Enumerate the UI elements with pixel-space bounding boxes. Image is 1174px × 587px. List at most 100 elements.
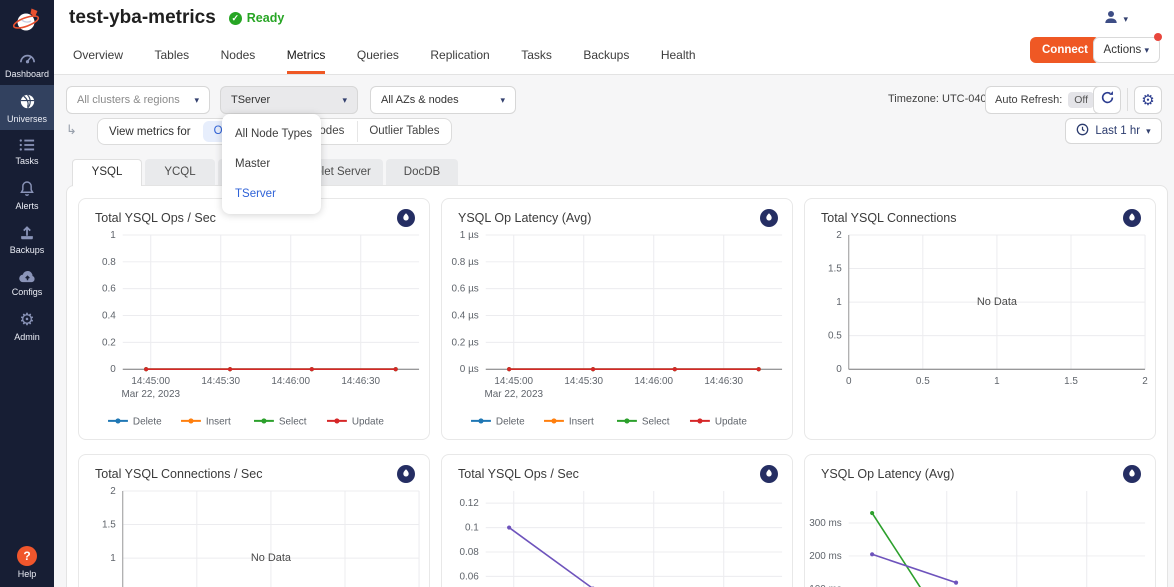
az-nodes-select[interactable]: All AZs & nodes▾ [370,86,516,114]
dropdown-option-master[interactable]: Master [222,149,321,179]
yugabyte-badge-icon[interactable] [1123,209,1141,227]
refresh-button[interactable] [1093,86,1121,114]
backups-upload-icon [0,224,54,242]
svg-text:Select: Select [642,416,670,427]
svg-text:0.2 µs: 0.2 µs [452,337,479,348]
svg-text:200 ms: 200 ms [809,551,842,562]
auto-refresh-value: Off [1068,92,1094,108]
tab-tasks[interactable]: Tasks [521,48,552,71]
timezone-label: Timezone: UTC-0400 [888,93,993,105]
sub-level-arrow-icon: ↳ [66,122,77,138]
metric-tab-docdb[interactable]: DocDB [386,159,458,185]
yugabyte-badge-icon[interactable] [397,209,415,227]
svg-text:2: 2 [836,230,842,241]
yugabyte-badge-icon[interactable] [760,209,778,227]
svg-text:0.5: 0.5 [916,376,930,387]
connect-button[interactable]: Connect [1030,37,1100,63]
actions-button[interactable]: Actions ▾ [1093,37,1160,63]
svg-text:1: 1 [994,376,1000,387]
yugabyte-badge-icon[interactable] [397,465,415,483]
tab-replication[interactable]: Replication [430,48,489,71]
user-menu[interactable]: ▾ [1103,9,1128,30]
tab-backups[interactable]: Backups [583,48,629,71]
chevron-down-icon: ▾ [342,95,347,106]
user-icon [1103,9,1119,30]
svg-text:Insert: Insert [206,416,231,427]
svg-text:Update: Update [352,416,385,427]
svg-text:1: 1 [110,230,116,241]
settings-gear-button[interactable]: ⚙ [1134,86,1162,114]
chevron-down-icon: ▾ [1144,45,1149,55]
chart-title: Total YSQL Ops / Sec [458,467,579,481]
svg-text:14:45:00: 14:45:00 [131,376,170,387]
svg-text:Mar 22, 2023: Mar 22, 2023 [121,389,180,400]
svg-text:0: 0 [110,364,116,375]
line-chart: 0.040.060.080.10.1214:45:00Mar 22, 20231… [442,485,792,587]
svg-text:1.5: 1.5 [828,264,842,275]
metric-tab-ycql[interactable]: YCQL [145,159,215,185]
sidebar-item-label: Admin [0,332,54,342]
sidebar-item-dashboard[interactable]: Dashboard [0,42,54,85]
line-chart: 100 ms200 ms300 ms14:45:00Mar 22, 202314… [805,485,1155,587]
chevron-down-icon: ▾ [1123,14,1128,25]
tab-metrics[interactable]: Metrics [287,48,326,74]
help-question-icon: ? [17,546,37,566]
svg-text:14:46:30: 14:46:30 [704,376,743,387]
svg-text:1: 1 [110,553,116,564]
svg-text:0.08: 0.08 [459,547,479,558]
chevron-down-icon: ▾ [500,95,505,106]
yugabyte-badge-icon[interactable] [1123,465,1141,483]
sidebar-item-tasks[interactable]: Tasks [0,130,54,172]
svg-text:14:45:30: 14:45:30 [201,376,240,387]
tab-health[interactable]: Health [661,48,696,71]
universe-nav-tabs: Overview Tables Nodes Metrics Queries Re… [73,46,723,74]
chevron-down-icon: ▾ [194,95,199,106]
node-type-dropdown-menu: All Node Types Master TServer [222,114,321,214]
chart-title: Total YSQL Ops / Sec [95,211,216,225]
sidebar-item-label: Alerts [0,201,54,211]
svg-text:14:46:00: 14:46:00 [634,376,673,387]
svg-text:0.06: 0.06 [459,571,479,582]
svg-text:14:45:30: 14:45:30 [564,376,603,387]
sidebar-item-label: Help [0,569,54,579]
chart-card-total-ysql-connections-sec: Total YSQL Connections / Sec 00.511.5200… [78,454,430,587]
header: test-yba-metrics ✓ Ready ▾ Overview Tabl… [54,0,1174,74]
svg-text:0.4 µs: 0.4 µs [452,310,479,321]
yugabyte-logo-icon[interactable] [0,0,54,42]
sidebar-item-universes[interactable]: Universes [0,85,54,130]
time-range-select[interactable]: Last 1 hr ▾ [1065,118,1162,144]
clusters-regions-select[interactable]: All clusters & regions▾ [66,86,210,114]
sidebar-item-backups[interactable]: Backups [0,217,54,261]
sidebar-item-configs[interactable]: Configs [0,261,54,303]
tab-nodes[interactable]: Nodes [221,48,256,71]
tab-tables[interactable]: Tables [154,48,189,71]
yugabyte-badge-icon[interactable] [760,465,778,483]
svg-text:0.8: 0.8 [102,257,116,268]
svg-text:0.6 µs: 0.6 µs [452,284,479,295]
metric-tab-ysql[interactable]: YSQL [72,159,142,186]
svg-text:0: 0 [846,376,852,387]
sidebar-item-label: Tasks [0,156,54,166]
sidebar-item-alerts[interactable]: Alerts [0,172,54,217]
svg-text:No Data: No Data [251,552,292,564]
svg-text:0.8 µs: 0.8 µs [452,257,479,268]
chart-title: Total YSQL Connections / Sec [95,467,262,481]
tab-overview[interactable]: Overview [73,48,123,71]
sidebar-item-admin[interactable]: ⚙ Admin [0,303,54,348]
tab-queries[interactable]: Queries [357,48,399,71]
dropdown-option-all-node-types[interactable]: All Node Types [222,119,321,149]
svg-text:2: 2 [110,486,116,497]
svg-text:0.1: 0.1 [465,523,479,534]
svg-text:2: 2 [1142,376,1148,387]
sidebar-item-label: Backups [0,245,54,255]
chart-card-ysql-op-latency: YSQL Op Latency (Avg) 0 µs0.2 µs0.4 µs0.… [441,198,793,440]
node-type-select[interactable]: TServer▾ [220,86,358,114]
sidebar-item-help[interactable]: ? Help [0,546,54,579]
sidebar-item-label: Dashboard [0,69,54,79]
status-badge: ✓ Ready [229,11,285,25]
dropdown-option-tserver[interactable]: TServer [222,179,321,209]
svg-text:0.2: 0.2 [102,337,116,348]
svg-text:14:46:30: 14:46:30 [341,376,380,387]
chart-card-ysql-op-latency-2: YSQL Op Latency (Avg) 100 ms200 ms300 ms… [804,454,1156,587]
view-option-outlier-tables[interactable]: Outlier Tables [357,121,450,142]
